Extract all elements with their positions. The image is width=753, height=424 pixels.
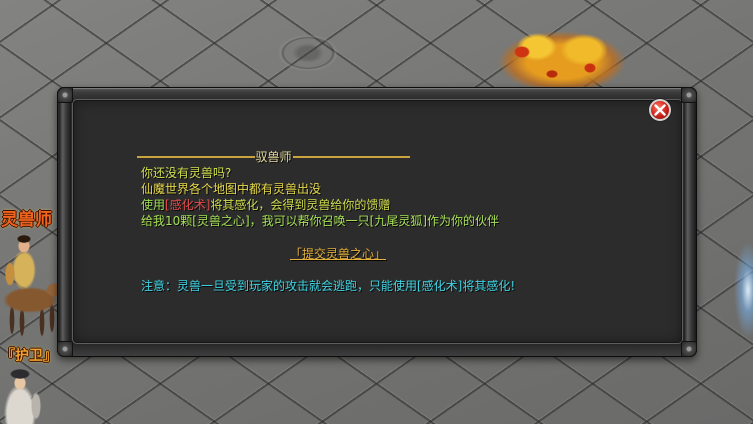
submit-beast-heart-link[interactable]: 「提交灵兽之心」 [290, 246, 386, 262]
npc-title-label-guard: 『护卫』 [1, 348, 57, 364]
dialog-title-row: 驭兽师 [137, 149, 411, 165]
dialog-frame-left [59, 100, 71, 344]
npc-guard-sprite[interactable] [0, 362, 46, 424]
dialog-text-segment: 使用 [141, 198, 166, 212]
npc-name-label-beast-tamer: 灵兽师 [1, 210, 52, 230]
game-viewport: 灵兽师 『护卫』 驭兽师 你还没有灵兽吗? 仙魔世界各个地图中都有灵兽出没 使用… [0, 0, 753, 424]
close-icon [654, 104, 666, 116]
dialog-line-1: 你还没有灵兽吗? [141, 165, 231, 181]
npc-beast-tamer-sprite[interactable] [0, 234, 64, 338]
frame-corner-bottom-right [681, 341, 697, 357]
dialog-text-segment: 给我10颗[灵兽之心]，我可以帮你召唤一只[九尾灵狐]作为你的伙伴 [141, 214, 499, 228]
dialog-frame-right [684, 100, 696, 344]
close-icon-stroke [654, 104, 666, 116]
golden-tree [492, 22, 632, 92]
dialog-title: 驭兽师 [255, 150, 292, 164]
dialog-line-4: 给我10颗[灵兽之心]，我可以帮你召唤一只[九尾灵狐]作为你的伙伴 [141, 213, 499, 229]
floor-carving [268, 28, 348, 78]
dialog-text-segment: 将其感化，会得到灵兽给你的馈赠 [210, 198, 391, 212]
dialog-line-3: 使用[感化术]将其感化，会得到灵兽给你的馈赠 [141, 197, 390, 213]
title-divider-left [137, 156, 255, 158]
dialog-warning-note: 注意：灵兽一旦受到玩家的攻击就会逃跑，只能使用[感化术]将其感化! [141, 279, 516, 293]
skill-name-highlight: [感化术] [165, 198, 211, 212]
frame-corner-top-right [681, 87, 697, 103]
frame-corner-top-left [57, 87, 73, 103]
dialog-line-2: 仙魔世界各个地图中都有灵兽出没 [141, 181, 321, 197]
close-button[interactable] [649, 99, 671, 121]
dialog-text-segment: 仙魔世界各个地图中都有灵兽出没 [141, 182, 322, 196]
frame-corner-bottom-left [57, 341, 73, 357]
title-divider-right [292, 156, 411, 158]
dialog-text-segment: 你还没有灵兽吗? [141, 166, 232, 180]
portal-glow [726, 238, 753, 342]
